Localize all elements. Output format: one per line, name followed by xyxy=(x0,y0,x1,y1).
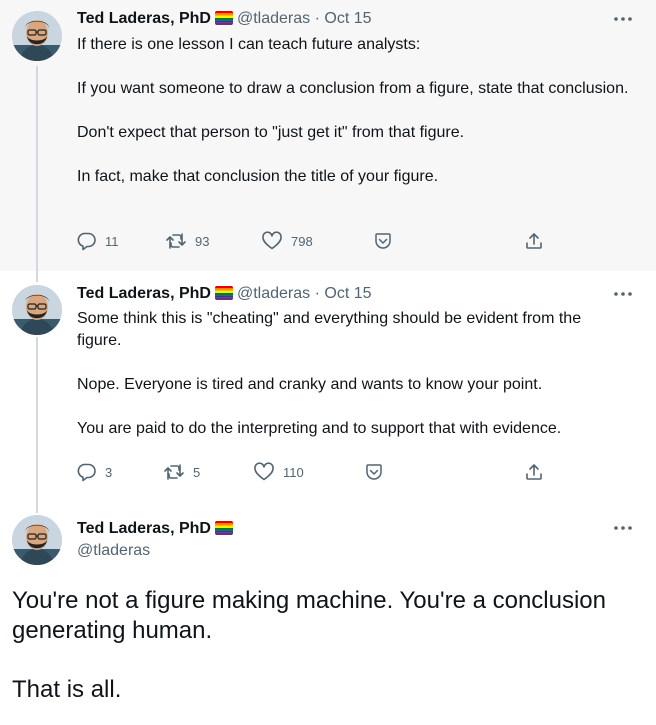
thread-line xyxy=(36,271,38,282)
thread-line xyxy=(36,493,38,513)
share-button[interactable] xyxy=(524,230,544,252)
thread-line xyxy=(36,66,38,271)
save-icon xyxy=(373,231,393,251)
author-handle[interactable]: @tladeras xyxy=(237,285,310,302)
like-button[interactable]: 798 xyxy=(261,230,313,252)
tweet-header: Ted Laderas, PhD @tladeras xyxy=(77,519,237,561)
reply-icon xyxy=(77,462,97,482)
tweet-paragraph: Don't expect that person to "just get it… xyxy=(77,124,465,141)
retweet-count: 93 xyxy=(195,233,210,249)
author-name-text: Ted Laderas, PhD xyxy=(77,520,211,537)
heart-icon xyxy=(253,462,275,482)
reply-button[interactable]: 3 xyxy=(77,461,112,483)
avatar[interactable] xyxy=(12,515,62,565)
heart-icon xyxy=(261,231,283,251)
separator-dot: · xyxy=(314,285,320,302)
tweet-paragraph: In fact, make that conclusion the title … xyxy=(77,168,439,185)
thread-line xyxy=(36,337,38,493)
more-icon[interactable] xyxy=(612,284,634,304)
tweet-text: Some think this is "cheating" and everyt… xyxy=(77,308,617,440)
reply-icon xyxy=(77,231,97,251)
share-button[interactable] xyxy=(524,461,544,483)
author-name[interactable]: Ted Laderas, PhD xyxy=(77,285,211,302)
tweet-paragraph: That is all. xyxy=(12,676,122,703)
share-icon xyxy=(524,231,544,251)
share-icon xyxy=(524,462,544,482)
retweet-icon xyxy=(165,231,187,251)
separator-dot: · xyxy=(314,10,320,27)
tweet-1[interactable]: Ted Laderas, PhD @tladeras · Oct 15 If th… xyxy=(0,0,656,271)
tweet-2[interactable]: Ted Laderas, PhD @tladeras · Oct 15 Some … xyxy=(0,271,656,493)
tweet-paragraph: If there is one lesson I can teach futur… xyxy=(77,36,421,53)
tweet-header: Ted Laderas, PhD @tladeras · Oct 15 xyxy=(77,9,372,29)
tweet-paragraph: If you want someone to draw a conclusion… xyxy=(77,80,629,97)
author-name[interactable]: Ted Laderas, PhD xyxy=(77,10,211,27)
tweet-date[interactable]: Oct 15 xyxy=(324,285,371,302)
avatar[interactable] xyxy=(12,11,62,61)
like-count: 110 xyxy=(283,464,304,480)
save-icon xyxy=(364,462,384,482)
rainbow-flag-icon xyxy=(215,521,233,535)
tweet-paragraph: You are paid to do the interpreting and … xyxy=(77,420,562,437)
rainbow-flag-icon xyxy=(215,11,233,25)
author-handle[interactable]: @tladeras xyxy=(237,10,310,27)
tweet-header: Ted Laderas, PhD @tladeras · Oct 15 xyxy=(77,284,372,304)
save-button[interactable] xyxy=(373,230,393,252)
more-icon[interactable] xyxy=(612,518,634,538)
tweet-paragraph: You're not a figure making machine. You'… xyxy=(12,587,606,644)
retweet-button[interactable]: 5 xyxy=(163,461,200,483)
rainbow-flag-icon xyxy=(215,286,233,300)
retweet-count: 5 xyxy=(193,464,201,480)
more-icon[interactable] xyxy=(612,9,634,29)
tweet-3[interactable]: Ted Laderas, PhD @tladeras You're not a … xyxy=(0,493,656,725)
reply-count: 11 xyxy=(105,233,119,249)
retweet-icon xyxy=(163,462,185,482)
reply-button[interactable]: 11 xyxy=(77,230,119,252)
tweet-text: If there is one lesson I can teach futur… xyxy=(77,34,637,188)
like-count: 798 xyxy=(291,233,313,249)
tweet-paragraph: Nope. Everyone is tired and cranky and w… xyxy=(77,376,543,393)
author-name[interactable]: Ted Laderas, PhD xyxy=(77,519,237,539)
save-button[interactable] xyxy=(364,461,384,483)
avatar[interactable] xyxy=(12,285,62,335)
tweet-actions: 3 5 110 xyxy=(77,461,557,483)
tweet-date[interactable]: Oct 15 xyxy=(324,10,371,27)
like-button[interactable]: 110 xyxy=(253,461,304,483)
reply-count: 3 xyxy=(105,464,113,480)
tweet-actions: 11 93 798 xyxy=(77,230,557,252)
retweet-button[interactable]: 93 xyxy=(165,230,209,252)
tweet-paragraph: Some think this is "cheating" and everyt… xyxy=(77,310,582,349)
author-handle[interactable]: @tladeras xyxy=(77,541,237,561)
tweet-text: You're not a figure making machine. You'… xyxy=(12,586,632,705)
